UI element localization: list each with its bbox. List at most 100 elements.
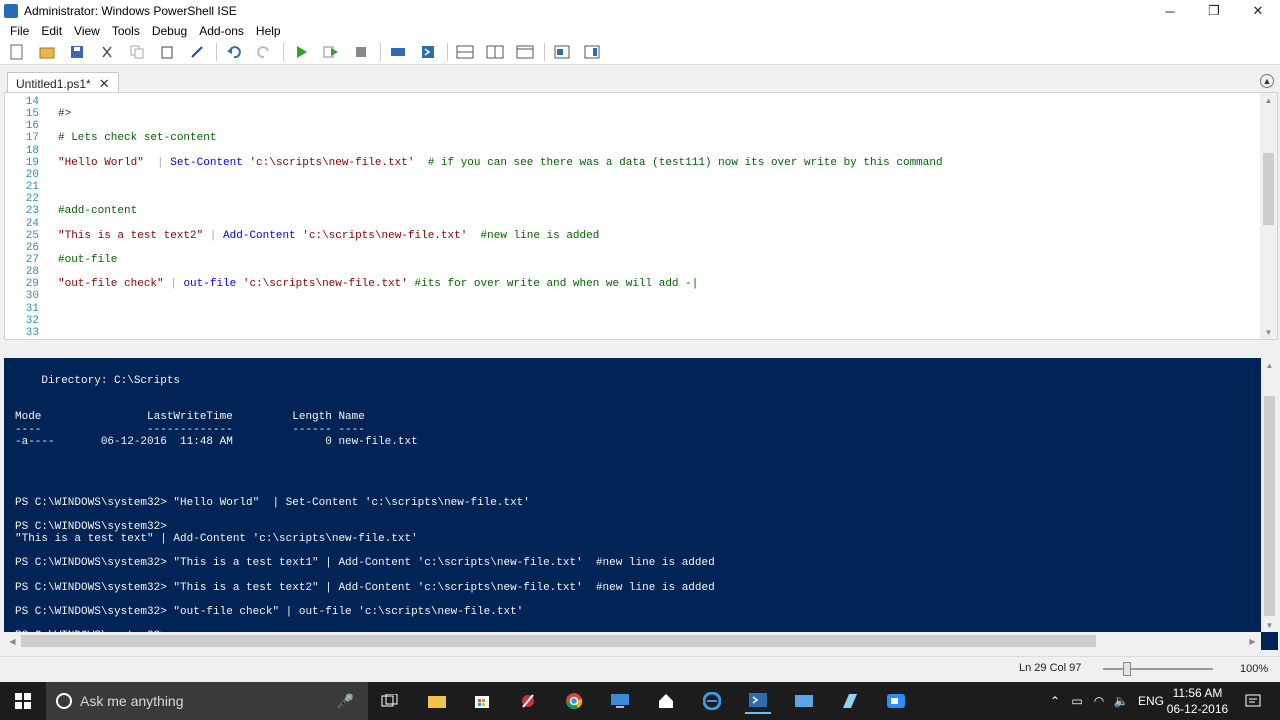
zoom-slider[interactable] [1103,668,1213,670]
code-line[interactable]: "Hello World" | Set-Content 'c:\scripts\… [58,157,943,169]
code-token: | [163,278,184,291]
line-number: 30 [25,290,39,303]
code-line[interactable]: # Lets check set-content [58,132,216,144]
line-number: 15 [25,108,39,121]
code-line[interactable]: #out-file [58,254,117,266]
line-number: 33 [25,326,39,339]
editor-scroll-thumb[interactable] [1263,153,1274,225]
layout-max-icon[interactable] [514,42,536,62]
line-number: 21 [25,181,39,194]
editor-scrollbar[interactable]: ▲ ▼ [1260,93,1277,339]
code-token: out-file [183,278,237,291]
menu-addons[interactable]: Add-ons [193,24,250,38]
redo-icon[interactable] [253,42,275,62]
scroll-up-icon[interactable]: ▲ [1260,93,1277,107]
menu-tools[interactable]: Tools [106,24,146,38]
code-line[interactable]: #add-content [58,205,137,217]
window-title: Administrator: Windows PowerShell ISE [24,4,237,18]
console-scroll-thumb[interactable] [1264,396,1275,616]
toolbar-separator [447,43,448,61]
computer-icon[interactable] [791,688,817,714]
menu-file[interactable]: File [4,24,35,38]
console-line: PS C:\WINDOWS\system32> "Hello World" | … [15,496,530,509]
console-line: Directory: C:\Scripts [15,375,181,387]
volume-icon[interactable]: 🔈 [1110,694,1132,708]
home-icon[interactable] [653,688,679,714]
save-icon[interactable] [66,42,88,62]
scroll-right-icon[interactable]: ▶ [1244,634,1261,648]
cut-icon[interactable] [96,42,118,62]
microphone-icon[interactable]: 🎤 [337,693,354,710]
show-script-icon[interactable] [551,42,573,62]
notepad-icon[interactable] [837,688,863,714]
window-controls: ─ ❐ ✕ [1148,0,1280,22]
code-token: # if you can see there was a data (test1… [414,156,943,169]
edge-icon[interactable] [699,688,725,714]
code-line[interactable]: "out-file check" | out-file 'c:\scripts\… [58,278,698,290]
snipping-tool-icon[interactable] [515,688,541,714]
zoom-app-icon[interactable] [883,688,909,714]
line-number: 19 [25,156,39,169]
remote-desktop-icon[interactable] [607,688,633,714]
code-token: #its for over write and when we will add… [407,278,699,291]
console-line: PS C:\WINDOWS\system32> [15,520,167,533]
powershell-icon[interactable] [417,42,439,62]
console-horizontal-scrollbar[interactable]: ◀ ▶ [4,632,1261,650]
menu-edit[interactable]: Edit [35,24,68,38]
stop-icon[interactable] [350,42,372,62]
clear-icon[interactable] [186,42,208,62]
scroll-down-icon[interactable]: ▼ [1261,618,1278,632]
chrome-icon[interactable] [561,688,587,714]
code-line[interactable]: "This is a test text2" | Add-Content 'c:… [58,230,599,242]
line-number: 27 [25,253,39,266]
collapse-script-pane-icon[interactable]: ▲ [1260,74,1274,88]
console-hscroll-thumb[interactable] [21,635,1096,647]
code-token: Set-Content [170,156,243,169]
file-explorer-icon[interactable] [424,688,450,714]
start-button[interactable] [0,682,46,720]
zoom-slider-thumb[interactable] [1123,662,1132,676]
paste-icon[interactable] [156,42,178,62]
layout-top-icon[interactable] [454,42,476,62]
close-button[interactable]: ✕ [1236,0,1280,22]
scroll-down-icon[interactable]: ▼ [1260,325,1277,339]
maximize-button[interactable]: ❐ [1192,0,1236,22]
run-selection-icon[interactable] [320,42,342,62]
console-line: PS C:\WINDOWS\system32> "This is a test … [15,581,715,594]
menu-help[interactable]: Help [250,24,287,38]
show-hidden-icons-icon[interactable]: ⌃ [1044,694,1066,708]
scroll-up-icon[interactable]: ▲ [1261,358,1278,372]
minimize-button[interactable]: ─ [1148,0,1192,22]
console-pane[interactable]: Directory: C:\Scripts Mode LastWriteTime … [4,358,1278,650]
code-token: | [143,156,171,169]
console-vertical-scrollbar[interactable]: ▲ ▼ [1261,358,1278,632]
store-icon[interactable] [469,688,495,714]
task-view-icon[interactable] [377,688,403,714]
title-bar: Administrator: Windows PowerShell ISE ─ … [0,0,1280,22]
open-icon[interactable] [36,42,58,62]
network-icon[interactable]: ▭ [1066,694,1088,708]
new-icon[interactable] [6,42,28,62]
cortana-search-box[interactable]: Ask me anything 🎤 [46,682,368,720]
line-number: 17 [25,132,39,145]
action-center-icon[interactable] [1240,688,1266,714]
wifi-icon[interactable]: ◠ [1088,694,1110,708]
tab-untitled1[interactable]: Untitled1.ps1* ✕ [7,72,119,94]
undo-icon[interactable] [223,42,245,62]
layout-right-icon[interactable] [484,42,506,62]
remote-icon[interactable] [387,42,409,62]
code-line[interactable]: #> [58,108,71,120]
menu-debug[interactable]: Debug [146,24,193,38]
run-icon[interactable] [290,42,312,62]
tab-close-icon[interactable]: ✕ [99,76,110,92]
menu-view[interactable]: View [68,24,106,38]
line-number: 18 [25,144,39,157]
copy-icon[interactable] [126,42,148,62]
show-commands-icon[interactable] [581,42,603,62]
clock[interactable]: 11:56 AM 06-12-2016 [1160,685,1235,717]
toolbar-separator [544,43,545,61]
powershell-ise-taskbar-icon[interactable] [745,688,771,714]
script-editor[interactable]: 14 15 16 17 18 19 20 21 22 23 24 25 26 27 28 29 30 31 32 33… [4,92,1278,340]
clock-time: 11:56 AM [1172,686,1223,700]
scroll-left-icon[interactable]: ◀ [4,634,21,648]
